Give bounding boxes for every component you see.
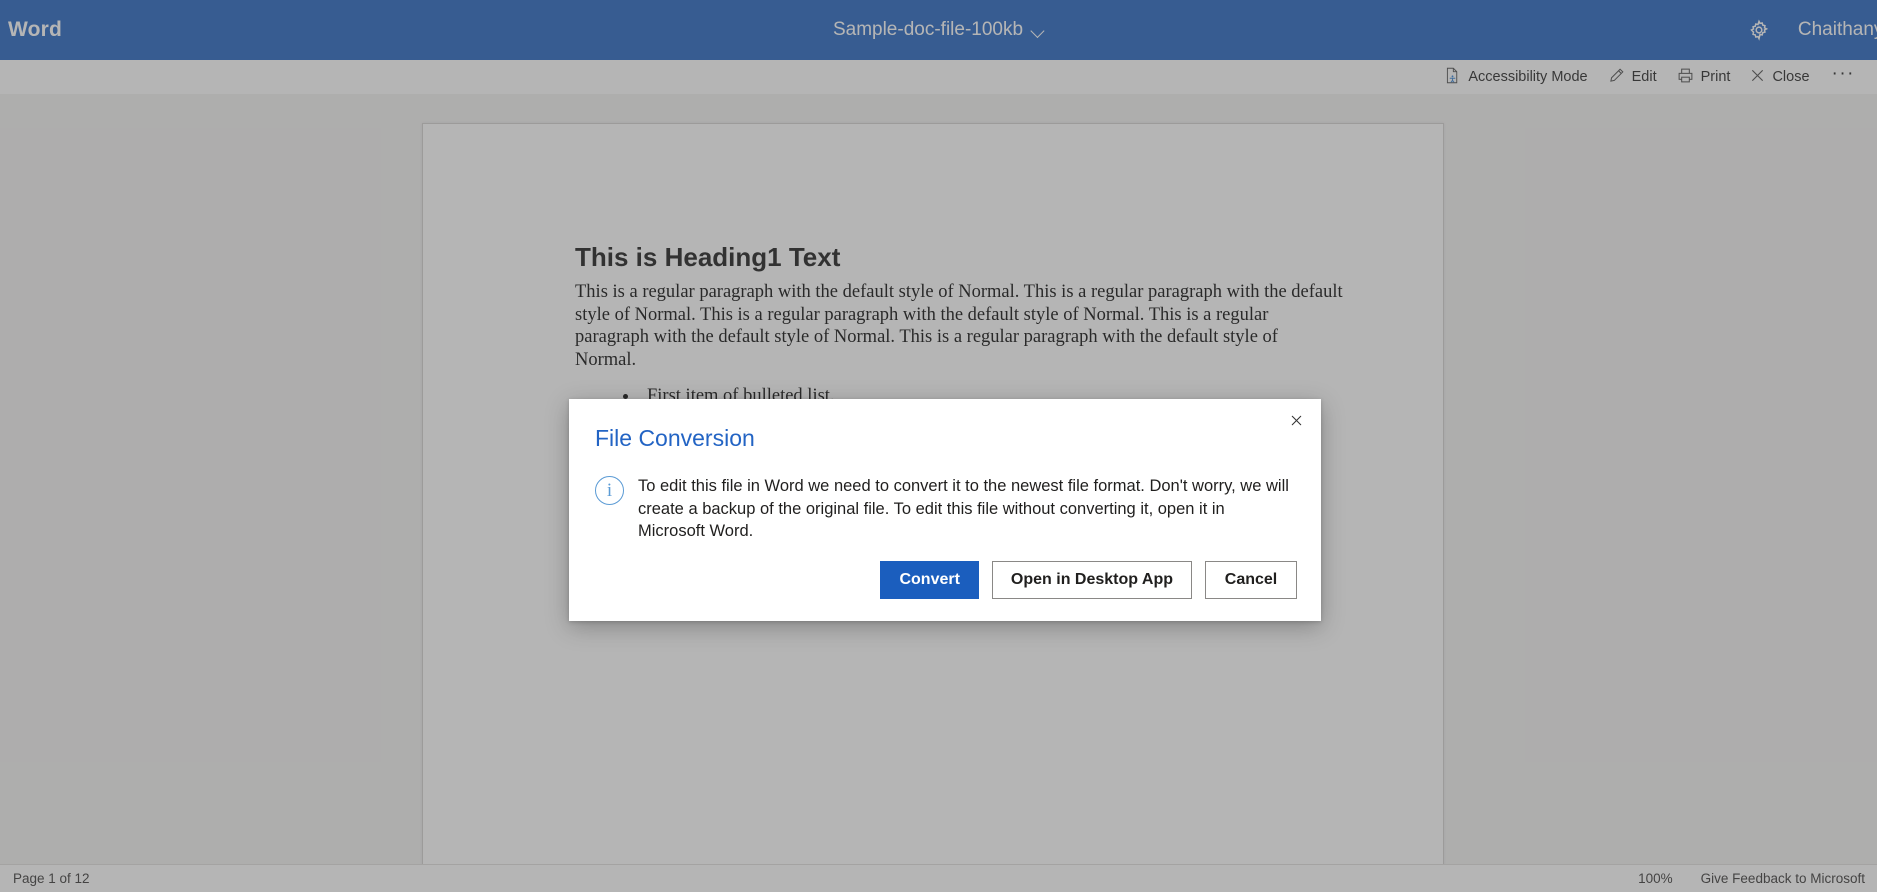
dialog-body: i To edit this file in Word we need to c… bbox=[595, 475, 1295, 543]
dialog-close-icon[interactable] bbox=[1279, 405, 1313, 435]
dialog-message: To edit this file in Word we need to con… bbox=[638, 477, 1289, 540]
file-conversion-dialog: File Conversion i To edit this file in W… bbox=[569, 399, 1321, 621]
word-online-app: Word Sample-doc-file-100kb Chaithanya H bbox=[0, 0, 1877, 892]
open-in-desktop-app-button[interactable]: Open in Desktop App bbox=[991, 561, 1192, 599]
dialog-title: File Conversion bbox=[595, 425, 755, 451]
convert-button[interactable]: Convert bbox=[880, 561, 979, 599]
info-glyph: i bbox=[606, 479, 613, 501]
info-circle-icon: i bbox=[595, 476, 624, 505]
cancel-button[interactable]: Cancel bbox=[1205, 561, 1297, 599]
dialog-actions: Convert Open in Desktop App Cancel bbox=[880, 561, 1297, 599]
